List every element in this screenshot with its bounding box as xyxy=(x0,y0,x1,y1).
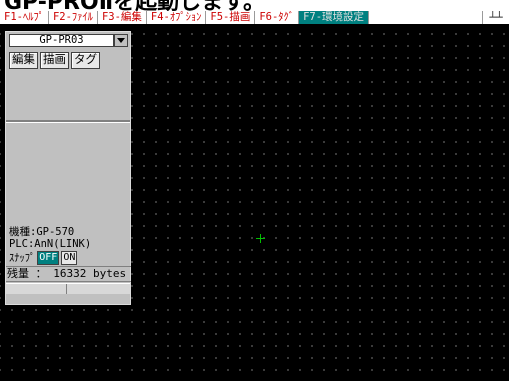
crosshair-cursor-icon xyxy=(256,234,265,243)
tag-button[interactable]: タグ xyxy=(71,52,100,69)
status-row xyxy=(6,283,130,294)
panel-divider xyxy=(6,120,130,123)
f6-tag-key[interactable]: F6-ﾀｸﾞ xyxy=(255,11,300,24)
function-key-bar: F1-ﾍﾙﾌﾟ F2-ﾌｧｲﾙ F3-編集 F4-ｵﾌﾟｼｮﾝ F5-描画 F6… xyxy=(0,11,509,24)
chevron-down-icon[interactable] xyxy=(114,34,128,47)
memory-remaining: 残量 ： 16332 bytes xyxy=(6,266,131,282)
f3-edit-key[interactable]: F3-編集 xyxy=(98,11,147,24)
f1-help-key[interactable]: F1-ﾍﾙﾌﾟ xyxy=(0,11,49,24)
plc-info: PLC:AnN(LINK) xyxy=(9,238,92,250)
page-heading: GP-PROⅡを起動します。 xyxy=(0,0,509,11)
tool-panel: GP-PR03 編集 描画 タグ 機種:GP-570 PLC:AnN(LINK)… xyxy=(5,31,131,305)
screen-title: GP-PR03 xyxy=(9,34,114,47)
f5-draw-key[interactable]: F5-描画 xyxy=(206,11,256,24)
snap-on-button[interactable]: ON xyxy=(61,251,78,265)
snap-label: ｽﾅｯﾌﾟ xyxy=(9,252,36,264)
mode-button-row: 編集 描画 タグ xyxy=(9,52,100,69)
snap-row: ｽﾅｯﾌﾟ OFF ON xyxy=(9,251,78,265)
screen-selector[interactable]: GP-PR03 xyxy=(9,34,128,47)
f2-file-key[interactable]: F2-ﾌｧｲﾙ xyxy=(49,11,98,24)
f7-environment-key[interactable]: F7-環境設定 xyxy=(299,11,370,24)
model-info: 機種:GP-570 xyxy=(9,226,75,238)
draw-button[interactable]: 描画 xyxy=(40,52,69,69)
snap-off-button[interactable]: OFF xyxy=(37,251,60,265)
f4-option-key[interactable]: F4-ｵﾌﾟｼｮﾝ xyxy=(147,11,207,24)
edit-button[interactable]: 編集 xyxy=(9,52,38,69)
grid-toggle-icon[interactable]: ┴┴ xyxy=(482,11,509,24)
status-cell xyxy=(6,284,67,294)
